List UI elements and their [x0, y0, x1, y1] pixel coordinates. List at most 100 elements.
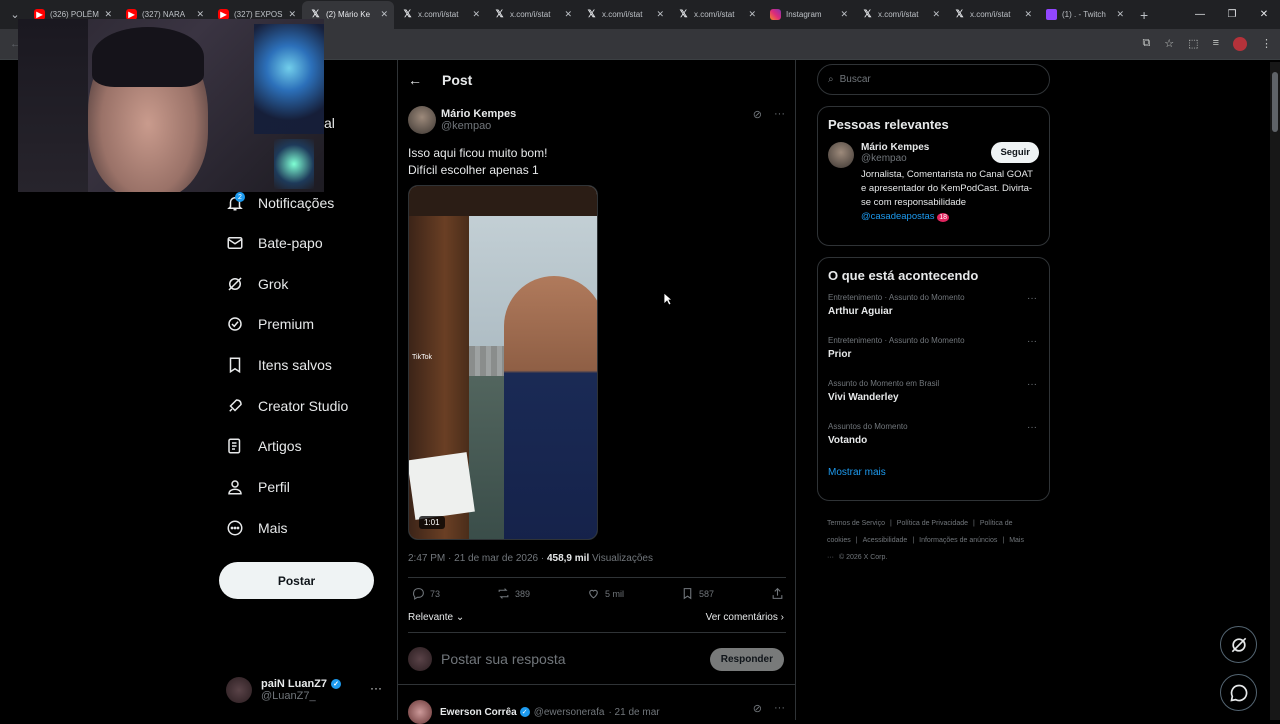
- profile-avatar-icon[interactable]: [1233, 37, 1247, 51]
- account-switcher[interactable]: paiN LuanZ7 ✓ @LuanZ7_ ···: [226, 673, 386, 707]
- nav-item-premium[interactable]: Premium: [226, 315, 314, 333]
- tab-title: x.com/i/stat: [418, 10, 459, 19]
- follow-button[interactable]: Seguir: [991, 142, 1039, 163]
- grok-explain-icon[interactable]: ⊘: [753, 108, 762, 121]
- page-scrollbar[interactable]: [1270, 62, 1280, 720]
- author-name[interactable]: Mário Kempes: [441, 108, 516, 120]
- post-more-icon[interactable]: ···: [774, 108, 785, 121]
- like-action[interactable]: 5 mil: [587, 587, 624, 600]
- verified-badge-icon: ✓: [519, 707, 530, 717]
- trend-item[interactable]: Entretenimento · Assunto do Momento Prior…: [818, 336, 1049, 379]
- nav-item-artigos[interactable]: Artigos: [226, 437, 302, 455]
- trend-item[interactable]: Entretenimento · Assunto do Momento Arthu…: [818, 293, 1049, 336]
- browser-tab[interactable]: (1) . - Twitch ✕: [1038, 1, 1130, 29]
- verified-badge-icon: ✓: [331, 679, 342, 689]
- browser-tab[interactable]: 𝕏x.com/i/stat ✕: [578, 1, 670, 29]
- footer-link[interactable]: Informações de anúncios: [919, 537, 997, 544]
- grok-explain-icon[interactable]: ⊘: [753, 702, 762, 715]
- trend-more-icon[interactable]: ···: [1027, 379, 1037, 390]
- footer-link[interactable]: Termos de Serviço: [827, 520, 885, 527]
- close-tab-icon[interactable]: ✕: [564, 9, 572, 20]
- reply-author-name[interactable]: Ewerson Corrêa: [440, 707, 517, 718]
- new-tab-button[interactable]: +: [1140, 7, 1148, 23]
- nav-item-label: Itens salvos: [258, 357, 332, 373]
- bookmark-action[interactable]: 587: [681, 587, 714, 600]
- post-video[interactable]: TikTok 1:01: [408, 185, 598, 540]
- reply-input[interactable]: Postar sua resposta: [441, 651, 710, 667]
- reply-more-icon[interactable]: ···: [774, 702, 785, 715]
- sort-dropdown[interactable]: Relevante ⌄: [408, 612, 464, 623]
- account-more-icon[interactable]: ···: [370, 681, 382, 695]
- footer-separator: |: [973, 520, 975, 527]
- messages-fab-button[interactable]: [1220, 674, 1257, 711]
- show-more-link[interactable]: Mostrar mais: [818, 465, 1049, 488]
- footer-separator: |: [889, 520, 892, 527]
- close-tab-icon[interactable]: ✕: [932, 9, 940, 20]
- close-tab-icon[interactable]: ✕: [1116, 9, 1124, 20]
- reply-count: 73: [430, 588, 441, 599]
- post-button[interactable]: Postar: [219, 562, 374, 599]
- close-tab-icon[interactable]: ✕: [656, 9, 664, 20]
- author-avatar[interactable]: [408, 106, 436, 134]
- close-window-button[interactable]: ✕: [1248, 0, 1280, 29]
- post-timestamp[interactable]: 2:47 PM · 21 de mar de 2026 ·: [408, 553, 547, 564]
- rocket-icon: [226, 397, 244, 415]
- trend-item[interactable]: Assuntos do Momento Votando ···: [818, 422, 1049, 465]
- close-tab-icon[interactable]: ✕: [840, 9, 848, 20]
- install-app-icon[interactable]: ⧉: [1142, 37, 1150, 51]
- scrollbar-thumb[interactable]: [1272, 72, 1278, 132]
- browser-tab[interactable]: 𝕏x.com/i/stat ✕: [486, 1, 578, 29]
- nav-item-creator-studio[interactable]: Creator Studio: [226, 397, 348, 415]
- bookmark-star-icon[interactable]: ☆: [1164, 37, 1174, 51]
- extensions-icon[interactable]: ⬚: [1188, 37, 1198, 51]
- trend-more-icon[interactable]: ···: [1027, 336, 1037, 347]
- share-action[interactable]: [771, 587, 784, 600]
- nav-item-mais[interactable]: Mais: [226, 519, 288, 537]
- tab-title: (327) EXPOS: [234, 10, 283, 19]
- composer-avatar: [408, 647, 432, 671]
- maximize-button[interactable]: ❐: [1216, 0, 1248, 29]
- nav-item-bate-papo[interactable]: Bate-papo: [226, 234, 323, 252]
- footer-link[interactable]: © 2026 X Corp.: [839, 554, 887, 561]
- trend-more-icon[interactable]: ···: [1027, 422, 1037, 433]
- footer-link[interactable]: Acessibilidade: [863, 537, 908, 544]
- trend-item[interactable]: Assunto do Momento em Brasil Vivi Wanderl…: [818, 379, 1049, 422]
- browser-tab[interactable]: 𝕏x.com/i/stat ✕: [854, 1, 946, 29]
- relevant-person[interactable]: Mário Kempes @kempao Seguir Jornalista, …: [818, 142, 1049, 235]
- browser-tab[interactable]: 𝕏x.com/i/stat ✕: [670, 1, 762, 29]
- search-placeholder: Buscar: [839, 74, 871, 85]
- close-tab-icon[interactable]: ✕: [748, 9, 756, 20]
- media-control-icon[interactable]: ≡: [1213, 37, 1219, 51]
- reply-button[interactable]: Responder: [709, 647, 784, 671]
- browser-tab[interactable]: 𝕏x.com/i/stat ✕: [946, 1, 1038, 29]
- minimize-button[interactable]: —: [1184, 0, 1216, 29]
- close-tab-icon[interactable]: ✕: [380, 9, 388, 20]
- reply-action[interactable]: 73: [412, 587, 440, 600]
- footer-link[interactable]: Política de Privacidade: [897, 520, 968, 527]
- trend-more-icon[interactable]: ···: [1027, 293, 1037, 304]
- reply-item[interactable]: Ewerson Corrêa ✓ @ewersonerafa · 21 de m…: [408, 700, 660, 724]
- search-input[interactable]: ⌕ Buscar: [817, 64, 1050, 95]
- reply-author-handle[interactable]: @ewersonerafa: [534, 707, 605, 718]
- view-comments-link[interactable]: Ver comentários ›: [706, 612, 784, 623]
- close-tab-icon[interactable]: ✕: [1024, 9, 1032, 20]
- author-handle[interactable]: @kempao: [441, 120, 516, 132]
- bio-mention-link[interactable]: @casadeapostas: [861, 211, 935, 222]
- nav-item-label: Grok: [258, 276, 289, 292]
- browser-tab[interactable]: 𝕏x.com/i/stat ✕: [394, 1, 486, 29]
- post-views: 458,9 mil: [546, 553, 590, 564]
- chevron-down-icon: ⌄: [455, 612, 465, 623]
- post-author[interactable]: Mário Kempes @kempao: [408, 106, 516, 134]
- repost-action[interactable]: 389: [497, 587, 530, 600]
- nav-item-grok[interactable]: Grok: [226, 275, 288, 293]
- browser-menu-icon[interactable]: ⋮: [1261, 37, 1272, 51]
- nav-item-itens-salvos[interactable]: Itens salvos: [226, 356, 332, 374]
- reply-avatar[interactable]: [408, 700, 432, 724]
- close-tab-icon[interactable]: ✕: [472, 9, 480, 20]
- grok-fab-button[interactable]: [1220, 626, 1257, 663]
- relevant-person-avatar[interactable]: [828, 142, 854, 168]
- back-arrow-icon[interactable]: ←: [408, 72, 422, 88]
- browser-tab[interactable]: Instagram ✕: [762, 1, 854, 29]
- nav-item-perfil[interactable]: Perfil: [226, 478, 290, 496]
- age-rating-badge: 18: [937, 213, 949, 222]
